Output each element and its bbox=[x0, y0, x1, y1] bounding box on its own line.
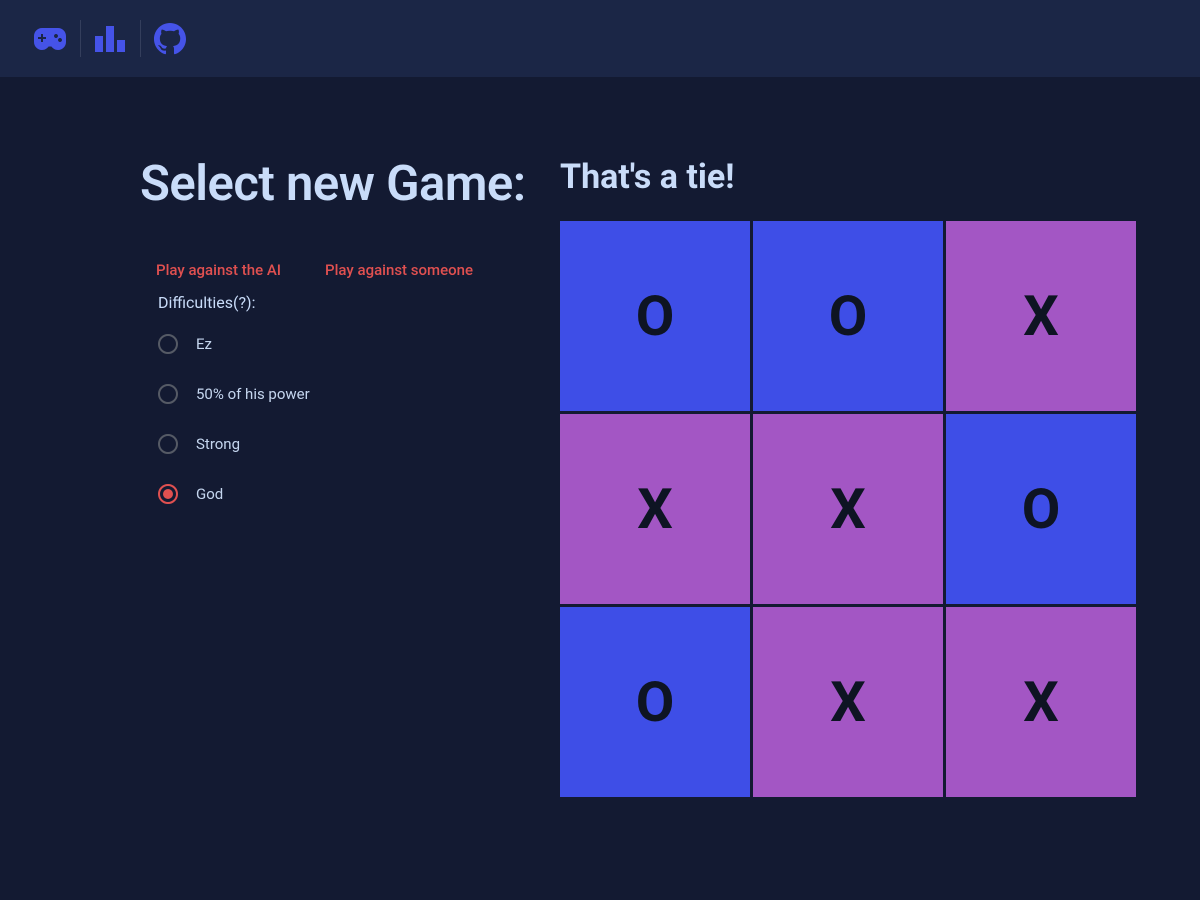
difficulty-strong[interactable]: Strong bbox=[158, 434, 540, 454]
radio-icon bbox=[158, 484, 178, 504]
cell-1-2[interactable]: O bbox=[946, 414, 1136, 604]
radio-icon bbox=[158, 434, 178, 454]
difficulty-ez[interactable]: Ez bbox=[158, 334, 540, 354]
cell-1-0[interactable]: X bbox=[560, 414, 750, 604]
cell-0-2[interactable]: X bbox=[946, 221, 1136, 411]
cell-0-1[interactable]: O bbox=[753, 221, 943, 411]
cell-1-1[interactable]: X bbox=[753, 414, 943, 604]
cell-2-2[interactable]: X bbox=[946, 607, 1136, 797]
difficulty-label: Ez bbox=[196, 335, 212, 353]
difficulty-label: God bbox=[196, 485, 223, 503]
mode-vs-human[interactable]: Play against someone bbox=[325, 261, 473, 279]
difficulty-half[interactable]: 50% of his power bbox=[158, 384, 540, 404]
cell-2-1[interactable]: X bbox=[753, 607, 943, 797]
nav-github[interactable] bbox=[140, 0, 200, 77]
game-status: That's a tie! bbox=[560, 157, 1140, 197]
game-panel: That's a tie! O O X X X O O X X bbox=[560, 157, 1140, 797]
difficulty-label: 50% of his power bbox=[196, 385, 310, 403]
top-nav bbox=[0, 0, 1200, 77]
mode-links: Play against the AI Play against someone bbox=[140, 261, 540, 279]
radio-icon bbox=[158, 334, 178, 354]
cell-0-0[interactable]: O bbox=[560, 221, 750, 411]
gamepad-icon bbox=[34, 28, 66, 50]
mode-vs-ai[interactable]: Play against the AI bbox=[156, 261, 281, 279]
difficulty-label: Strong bbox=[196, 435, 240, 453]
leaderboard-icon bbox=[95, 26, 125, 52]
nav-play[interactable] bbox=[20, 0, 80, 77]
difficulty-radios: Ez 50% of his power Strong God bbox=[140, 334, 540, 504]
main-content: Select new Game: Play against the AI Pla… bbox=[0, 77, 1200, 797]
new-game-panel: Select new Game: Play against the AI Pla… bbox=[140, 157, 540, 797]
difficulty-god[interactable]: God bbox=[158, 484, 540, 504]
game-board: O O X X X O O X X bbox=[560, 221, 1140, 797]
difficulties-label: Difficulties(?): bbox=[140, 293, 540, 312]
page-title: Select new Game: bbox=[140, 157, 540, 211]
cell-2-0[interactable]: O bbox=[560, 607, 750, 797]
nav-leaderboard[interactable] bbox=[80, 0, 140, 77]
radio-icon bbox=[158, 384, 178, 404]
github-icon bbox=[154, 23, 186, 55]
